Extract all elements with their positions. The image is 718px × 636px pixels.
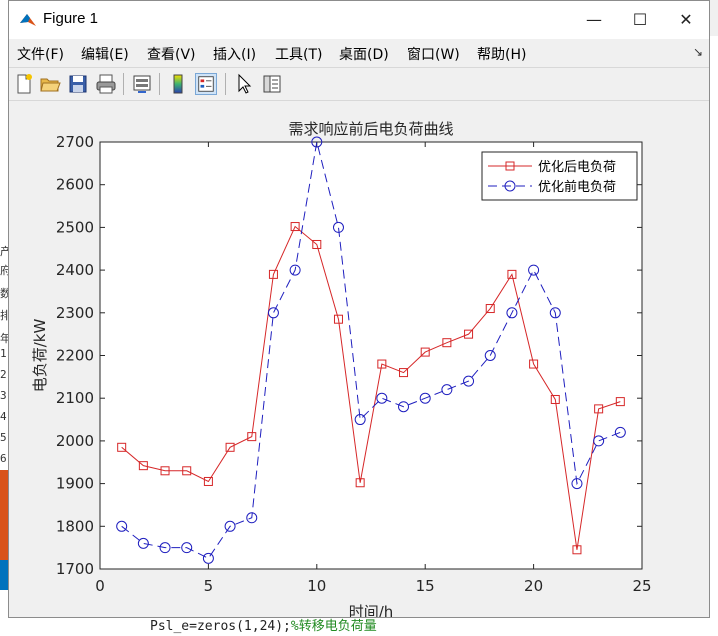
window-title: Figure 1 [43,10,99,27]
minimize-button[interactable]: — [571,1,617,39]
print-icon[interactable] [95,73,117,95]
y-tick-label: 1700 [56,560,94,578]
menu-help[interactable]: 帮助(H) [477,44,526,64]
pointer-icon[interactable] [233,73,255,95]
matlab-icon [20,14,36,26]
background-text-fragment: 3 [0,389,7,402]
code-comment: %转移电负荷量 [290,619,377,634]
y-tick-label: 2500 [56,218,94,236]
y-axis-label: 电负荷/kW [31,319,49,393]
menu-tools[interactable]: 工具(T) [275,44,322,64]
legend-label: 优化前电负荷 [538,179,616,195]
title-bar: Figure 1 — ☐ ✕ [9,1,709,39]
toolbar-separator [159,73,160,95]
menu-view[interactable]: 查看(V) [147,44,196,64]
x-tick-label: 5 [204,577,214,595]
y-tick-label: 2300 [56,304,94,322]
toolbar-separator [225,73,226,95]
legend-icon[interactable] [195,73,217,95]
background-text-fragment: 5 [0,431,7,444]
toolbar-separator [123,73,124,95]
x-tick-label: 10 [307,577,326,595]
menu-insert[interactable]: 插入(I) [213,44,256,64]
maximize-button[interactable]: ☐ [617,1,663,39]
menu-bar: 文件(F) 编辑(E) 查看(V) 插入(I) 工具(T) 桌面(D) 窗口(W… [9,39,709,67]
x-tick-label: 25 [632,577,651,595]
dock-arrow-icon[interactable]: ↘ [693,45,703,59]
colorbar-icon[interactable] [167,73,189,95]
y-tick-label: 2400 [56,261,94,279]
chart-title: 需求响应前后电负荷曲线 [288,120,453,138]
close-button[interactable]: ✕ [663,1,709,39]
x-tick-label: 20 [524,577,543,595]
y-tick-label: 2100 [56,389,94,407]
save-icon[interactable] [67,73,89,95]
plot-area: 0 5 10 15 20 25 1700 1800 1900 2000 2100 2200 2300 24… [9,101,709,617]
background-text-fragment: 2 [0,368,7,381]
y-tick-label: 1800 [56,517,94,535]
background-text-fragment: 4 [0,410,7,423]
x-tick-label: 15 [416,577,435,595]
y-tick-label: 2600 [56,176,94,194]
code-text: Psl_e=zeros(1,24); [150,619,291,634]
new-figure-icon[interactable] [13,73,35,95]
open-file-icon[interactable] [39,73,61,95]
menu-desktop[interactable]: 桌面(D) [339,44,389,64]
menu-window[interactable]: 窗口(W) [407,44,460,64]
line-chart: 0 5 10 15 20 25 1700 1800 1900 2000 2100 2200 2300 24… [31,120,652,617]
x-axis-label: 时间/h [349,603,394,617]
property-editor-icon[interactable] [261,73,283,95]
menu-edit[interactable]: 编辑(E) [81,44,129,64]
background-text-fragment: 1 [0,347,7,360]
legend-label: 优化后电负荷 [538,160,616,175]
background-code-line: Psl_e=zeros(1,24);%转移电负荷量 [0,618,718,636]
y-tick-label: 1900 [56,475,94,493]
y-tick-label: 2200 [56,347,94,365]
background-text-fragment: 6 [0,452,7,465]
menu-file[interactable]: 文件(F) [17,44,64,64]
y-tick-label: 2000 [56,432,94,450]
y-tick-label: 2700 [56,133,94,151]
legend: 优化后电负荷优化前电负荷 [481,151,638,201]
x-tick-label: 0 [95,577,105,595]
figure-window: Figure 1 — ☐ ✕ 文件(F) 编辑(E) 查看(V) 插入(I) 工… [8,0,710,618]
link-plot-icon[interactable] [131,73,153,95]
toolbar [9,67,709,101]
